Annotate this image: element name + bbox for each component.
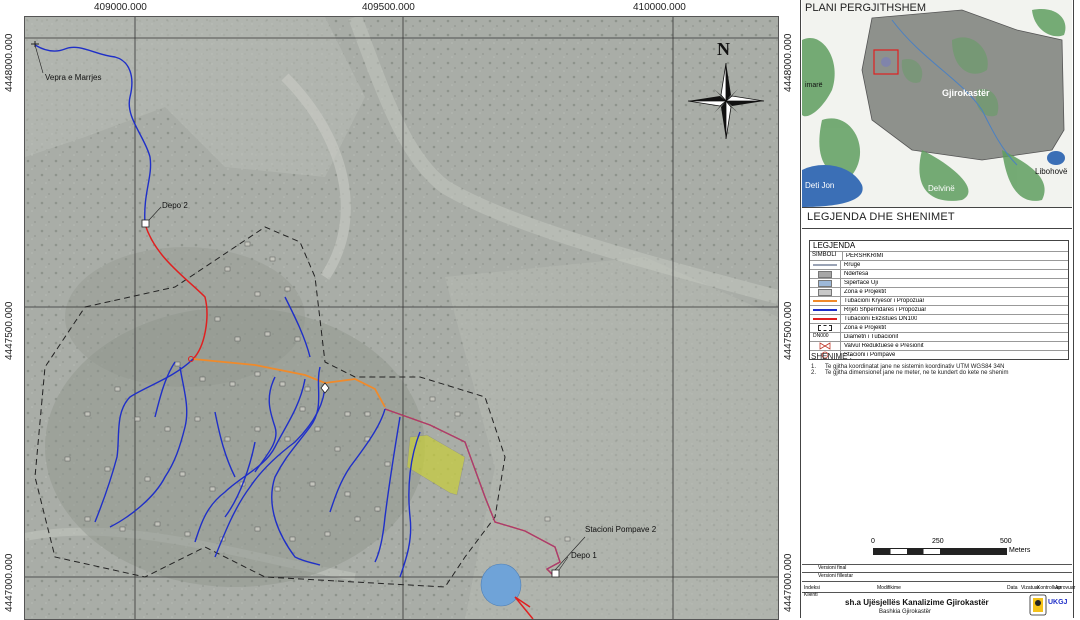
scale-label-250: 250	[932, 538, 944, 545]
y-tick-right-1: 4448000.000	[783, 33, 794, 92]
tb-client: sh.a Ujësjellës Kanalizime Gjirokastër	[845, 598, 989, 607]
y-tick-left-3: 4447000.000	[4, 553, 15, 612]
overview-place-city: Gjirokastër	[942, 88, 990, 98]
overview-place-sea: Deti Jon	[805, 181, 835, 190]
scale-unit: Meters	[1009, 547, 1031, 554]
label-source: Vepra e Marrjes	[45, 73, 102, 82]
logo-icon	[1029, 594, 1047, 616]
legend-col-desc: PERSHKRIMI	[846, 253, 884, 259]
title-block-headers: Indeksi Modifikime Data Vizatuar Kontrol…	[802, 581, 1076, 593]
title-block-rev2: Versioni fillestar	[802, 572, 1072, 580]
legend-symbol-text: DN000	[813, 333, 829, 339]
legend-header-row: SIMBOLI PERSHKRIMI	[810, 251, 1068, 260]
legend-symbol	[810, 306, 841, 314]
label-pump2: Stacioni Pompave 2	[585, 525, 657, 534]
notes: SHENIME : 1. Te gjitha koordinatat jane …	[811, 352, 1008, 376]
legend-col-symbol: SIMBOLI	[810, 252, 843, 260]
tb-client-label: Klienti	[804, 592, 818, 598]
client-logo: UKGJ	[1029, 593, 1069, 617]
y-tick-left-1: 4448000.000	[4, 33, 15, 92]
legend-desc: Tubacioni Ekzistues DN100	[844, 316, 918, 322]
legend-row: Valvul Reduktuese e Presionit	[810, 341, 1068, 350]
legend-symbol	[810, 297, 841, 305]
legend-row: Zona e Projektit	[810, 287, 1068, 296]
compass-rose-icon	[687, 62, 765, 139]
legend-row: Nderfesa	[810, 269, 1068, 278]
scale-label-500: 500	[1000, 538, 1012, 545]
note-2-num: 2.	[811, 370, 817, 376]
logo-text: UKGJ	[1048, 599, 1068, 606]
legend-row: Rruge	[810, 260, 1068, 269]
legend-symbol	[810, 279, 841, 287]
legend-symbol: DN000	[810, 333, 841, 341]
y-tick-right-2: 4447500.000	[783, 301, 794, 360]
legend-table-title: LEGJENDA	[813, 241, 856, 250]
overview-title: PLANI PERGJITHSHEM	[805, 2, 927, 14]
legend-table: LEGJENDA SIMBOLI PERSHKRIMI Rruge Nderfes…	[809, 240, 1069, 360]
map-canvas	[25, 17, 778, 619]
legend-row: Rrjeti Shperndares i Propozuar	[810, 305, 1068, 314]
scale-bar: 0 250 500 Meters	[871, 538, 1071, 558]
legend-divider	[802, 228, 1072, 229]
legend-row: Zona e Projektit	[810, 323, 1068, 332]
legend-desc: Rruge	[844, 262, 861, 268]
tb-client-sub: Bashkia Gjirokastër	[879, 609, 932, 615]
legend-desc: Tubacioni Kryesor i Propozuar	[844, 298, 925, 304]
legend-desc: Rrjeti Shperndares i Propozuar	[844, 307, 927, 313]
y-tick-right-3: 4447000.000	[783, 553, 794, 612]
overview-place-left: imarë	[805, 82, 823, 89]
map-frame[interactable]: Vepra e Marrjes Depo 2 Stacioni Pompave …	[24, 16, 779, 620]
tb-rev1: Versioni final	[818, 565, 847, 571]
north-arrow: N	[687, 39, 767, 139]
legend-section-title: LEGJENDA DHE SHENIMET	[807, 211, 955, 223]
side-panel: PLANI PERGJITHSHEM Gjirokastër Deti Jon …	[800, 0, 1076, 618]
legend-desc: Zona e Projektit	[844, 325, 887, 331]
scale-label-0: 0	[871, 538, 875, 545]
legend-desc: Nderfesa	[844, 271, 869, 277]
legend-desc: Diametri i Tubacionit	[844, 334, 899, 340]
overview-place-libohove: Libohovë	[1035, 167, 1068, 176]
legend-symbol	[810, 270, 841, 278]
notes-title: SHENIME :	[811, 352, 852, 361]
legend-row: DN000 Diametri i Tubacionit	[810, 332, 1068, 341]
overview-map-canvas	[802, 0, 1072, 207]
tb-col-index: Indeksi	[804, 585, 820, 591]
depo1-marker	[551, 569, 560, 578]
tb-col-modifikime: Modifikime	[877, 585, 901, 591]
note-2-text: Te gjitha dimensionet jane ne meter, ne …	[825, 370, 1009, 376]
note-2: 2. Te gjitha dimensionet jane ne meter, …	[811, 370, 1008, 376]
legend-desc: Siperface Uji	[844, 280, 879, 286]
legend-row: Siperface Uji	[810, 278, 1068, 287]
label-depo2: Depo 2	[162, 201, 188, 210]
tb-col-aprovuar: Aprovuar	[1055, 585, 1076, 591]
legend-desc: Zona e Projektit	[844, 289, 887, 295]
legend-symbol	[810, 342, 841, 350]
legend-desc: Valvul Reduktuese e Presionit	[844, 343, 924, 349]
overview-map[interactable]: PLANI PERGJITHSHEM Gjirokastër Deti Jon …	[802, 0, 1072, 208]
legend-symbol	[810, 261, 841, 269]
legend-symbol	[810, 315, 841, 323]
label-depo1: Depo 1	[571, 551, 597, 560]
depo2-marker	[141, 219, 150, 228]
legend-symbol	[810, 288, 841, 296]
water-body	[480, 563, 522, 607]
x-tick-1: 409000.000	[94, 2, 147, 13]
tb-col-data: Data	[1007, 585, 1018, 591]
legend-row: Tubacioni Kryesor i Propozuar	[810, 296, 1068, 305]
legend-symbol	[810, 324, 841, 332]
title-block-rev1: Versioni final	[802, 564, 1072, 572]
overview-place-delvine: Delvinë	[928, 184, 955, 193]
legend-row: Tubacioni Ekzistues DN100	[810, 314, 1068, 323]
x-tick-2: 409500.000	[362, 2, 415, 13]
x-tick-3: 410000.000	[633, 2, 686, 13]
tb-rev2: Versioni fillestar	[818, 573, 854, 579]
y-tick-left-2: 4447500.000	[4, 301, 15, 360]
